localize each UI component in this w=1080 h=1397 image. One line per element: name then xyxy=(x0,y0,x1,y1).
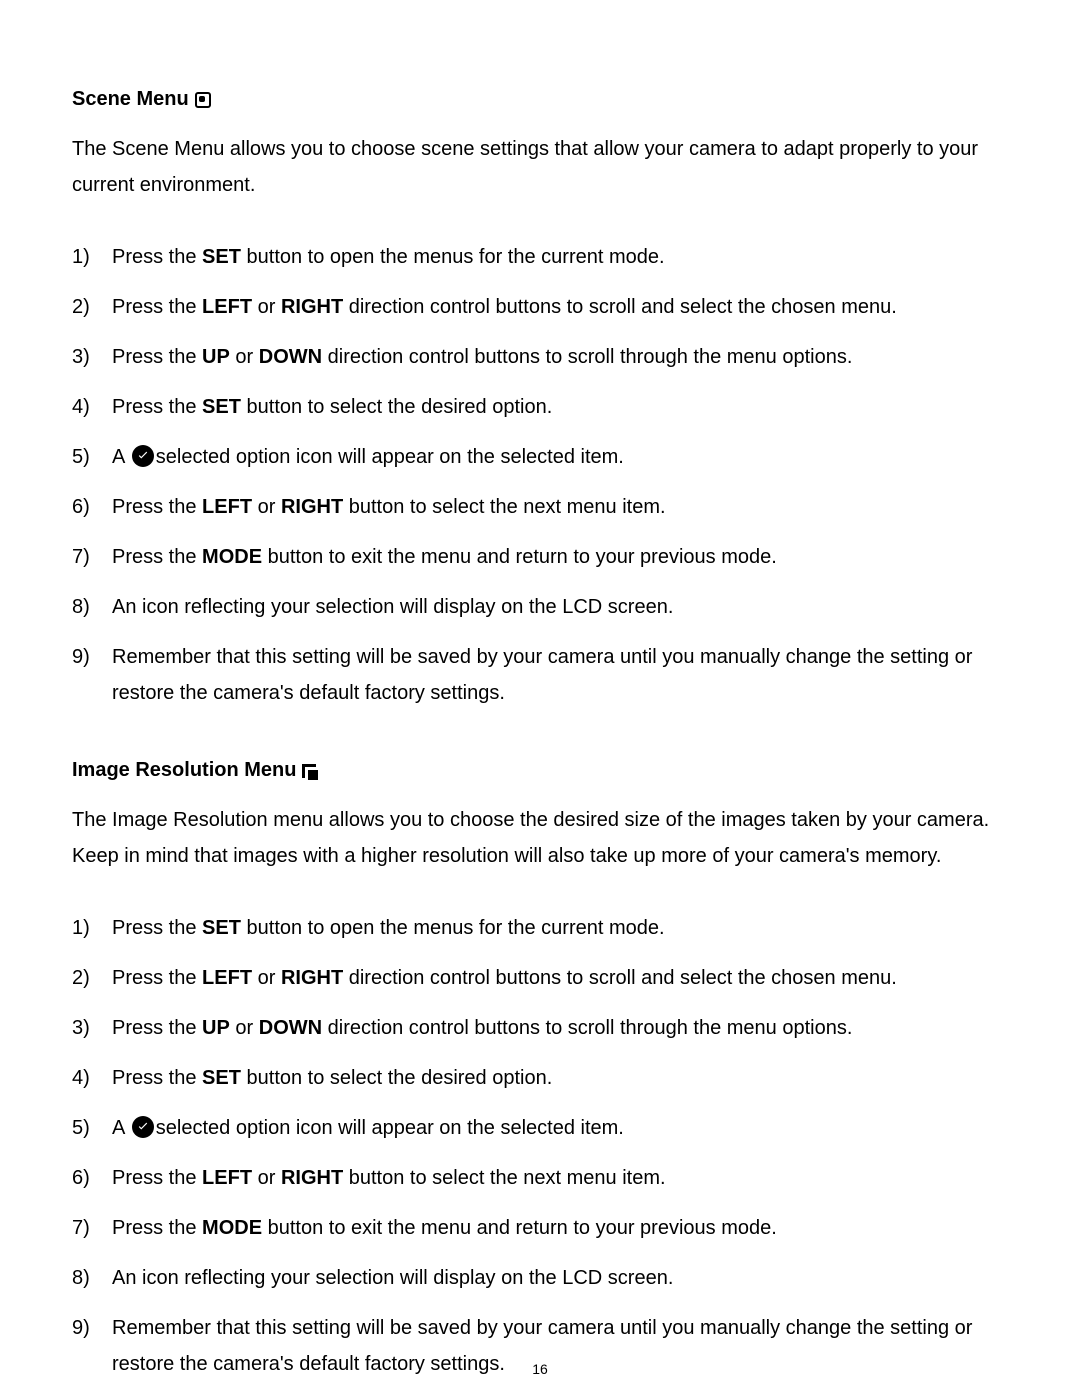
step-bold: LEFT xyxy=(202,296,252,318)
step-text: button to select the desired option. xyxy=(241,396,552,418)
step-item: Press the SET button to select the desir… xyxy=(72,389,1008,425)
section: Image Resolution Menu The Image Resoluti… xyxy=(72,759,1008,1382)
step-text: button to open the menus for the current… xyxy=(241,917,665,939)
step-item: Press the LEFT or RIGHT direction contro… xyxy=(72,960,1008,996)
step-text: Press the xyxy=(112,1217,202,1239)
page-number: 16 xyxy=(0,1361,1080,1377)
image-resolution-icon xyxy=(302,764,316,778)
step-text: button to select the desired option. xyxy=(241,1067,552,1089)
steps-list: Press the SET button to open the menus f… xyxy=(72,239,1008,711)
step-bold: MODE xyxy=(202,546,262,568)
step-bold: LEFT xyxy=(202,1167,252,1189)
step-text: direction control buttons to scroll and … xyxy=(343,967,897,989)
step-text: A xyxy=(112,446,130,468)
step-text: button to select the next menu item. xyxy=(343,496,665,518)
heading-text: Scene Menu xyxy=(72,88,189,111)
step-item: Press the MODE button to exit the menu a… xyxy=(72,539,1008,575)
step-text: or xyxy=(230,1017,259,1039)
step-bold: SET xyxy=(202,246,241,268)
page-content: Scene Menu The Scene Menu allows you to … xyxy=(72,88,1008,1382)
step-text: selected option icon will appear on the … xyxy=(156,1117,624,1139)
step-item: Remember that this setting will be saved… xyxy=(72,639,1008,711)
step-bold: SET xyxy=(202,1067,241,1089)
step-item: Press the SET button to open the menus f… xyxy=(72,910,1008,946)
step-item: A selected option icon will appear on th… xyxy=(72,1110,1008,1146)
step-bold: SET xyxy=(202,396,241,418)
step-item: Press the LEFT or RIGHT button to select… xyxy=(72,1160,1008,1196)
checkmark-icon xyxy=(132,1116,154,1138)
step-bold: UP xyxy=(202,1017,230,1039)
step-text: Press the xyxy=(112,1017,202,1039)
step-bold: SET xyxy=(202,917,241,939)
steps-list: Press the SET button to open the menus f… xyxy=(72,910,1008,1382)
step-text: An icon reflecting your selection will d… xyxy=(112,1267,673,1289)
section-intro: The Image Resolution menu allows you to … xyxy=(72,802,1008,874)
step-text: Press the xyxy=(112,246,202,268)
step-text: direction control buttons to scroll thro… xyxy=(322,1017,852,1039)
step-text: Press the xyxy=(112,917,202,939)
step-text: direction control buttons to scroll and … xyxy=(343,296,897,318)
step-text: button to exit the menu and return to yo… xyxy=(262,546,777,568)
step-item: Press the SET button to select the desir… xyxy=(72,1060,1008,1096)
step-text: A xyxy=(112,1117,130,1139)
step-text: Press the xyxy=(112,1067,202,1089)
step-text: button to exit the menu and return to yo… xyxy=(262,1217,777,1239)
step-text: Press the xyxy=(112,496,202,518)
step-text: or xyxy=(252,967,281,989)
step-text: Press the xyxy=(112,296,202,318)
step-text: or xyxy=(230,346,259,368)
step-bold: DOWN xyxy=(259,346,322,368)
step-bold: RIGHT xyxy=(281,1167,343,1189)
section-heading: Scene Menu xyxy=(72,88,1008,111)
step-bold: RIGHT xyxy=(281,967,343,989)
scene-menu-icon xyxy=(195,92,211,108)
step-bold: LEFT xyxy=(202,496,252,518)
step-text: button to open the menus for the current… xyxy=(241,246,665,268)
checkmark-icon xyxy=(132,445,154,467)
step-bold: RIGHT xyxy=(281,496,343,518)
step-text: or xyxy=(252,1167,281,1189)
step-text: direction control buttons to scroll thro… xyxy=(322,346,852,368)
section-intro: The Scene Menu allows you to choose scen… xyxy=(72,131,1008,203)
step-text: Press the xyxy=(112,396,202,418)
step-text: or xyxy=(252,296,281,318)
step-item: Press the LEFT or RIGHT button to select… xyxy=(72,489,1008,525)
step-item: Press the UP or DOWN direction control b… xyxy=(72,1010,1008,1046)
step-text: Press the xyxy=(112,546,202,568)
step-item: An icon reflecting your selection will d… xyxy=(72,589,1008,625)
step-bold: UP xyxy=(202,346,230,368)
step-text: Press the xyxy=(112,1167,202,1189)
section-heading: Image Resolution Menu xyxy=(72,759,1008,782)
step-item: Press the LEFT or RIGHT direction contro… xyxy=(72,289,1008,325)
step-text: An icon reflecting your selection will d… xyxy=(112,596,673,618)
step-bold: LEFT xyxy=(202,967,252,989)
step-bold: MODE xyxy=(202,1217,262,1239)
step-item: Press the UP or DOWN direction control b… xyxy=(72,339,1008,375)
step-text: Press the xyxy=(112,967,202,989)
step-item: Press the MODE button to exit the menu a… xyxy=(72,1210,1008,1246)
step-item: An icon reflecting your selection will d… xyxy=(72,1260,1008,1296)
step-item: A selected option icon will appear on th… xyxy=(72,439,1008,475)
step-text: or xyxy=(252,496,281,518)
step-item: Press the SET button to open the menus f… xyxy=(72,239,1008,275)
step-bold: RIGHT xyxy=(281,296,343,318)
step-text: button to select the next menu item. xyxy=(343,1167,665,1189)
step-text: Remember that this setting will be saved… xyxy=(112,646,972,704)
step-bold: DOWN xyxy=(259,1017,322,1039)
heading-text: Image Resolution Menu xyxy=(72,759,296,782)
section: Scene Menu The Scene Menu allows you to … xyxy=(72,88,1008,711)
step-text: selected option icon will appear on the … xyxy=(156,446,624,468)
step-text: Press the xyxy=(112,346,202,368)
